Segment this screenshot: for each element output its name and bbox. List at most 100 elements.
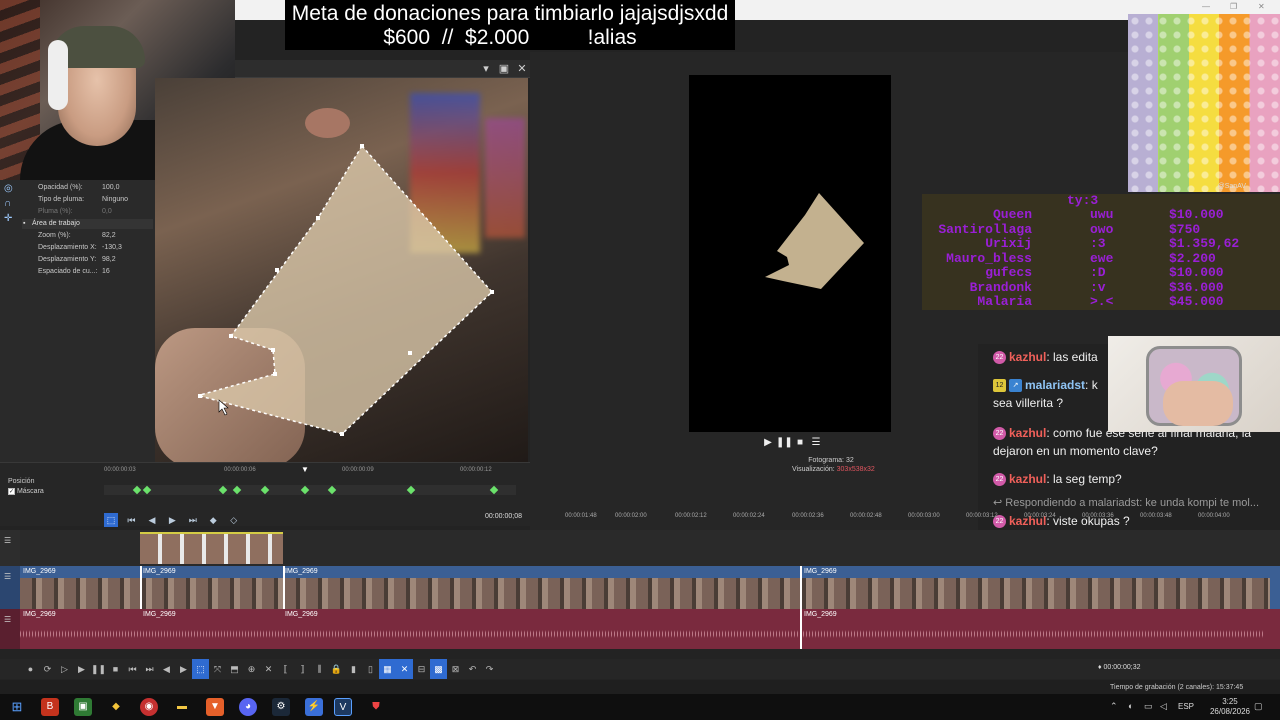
keyframe-ruler[interactable]: 00:00:00:03 00:00:00:06 00:00:00:09 00:0… — [104, 465, 524, 477]
normal-edit-tool-icon[interactable]: ⬚ — [192, 659, 209, 679]
save-icon[interactable]: ▣ — [497, 62, 511, 76]
video-track[interactable]: ☰ IMG_2969 IMG_2969 IMG_2969 IMG_2969 — [0, 566, 1280, 609]
close-icon[interactable]: ✕ — [515, 62, 529, 76]
magnet-tool-icon[interactable]: ∩ — [4, 198, 16, 210]
region-icon[interactable]: ▯ — [362, 659, 379, 679]
keyframe-track[interactable] — [104, 485, 516, 495]
zoom-tool-icon[interactable]: ⊕ — [243, 659, 260, 679]
app-icon[interactable]: ⚡ — [305, 698, 323, 716]
checkbox-icon[interactable]: ✓ — [8, 488, 15, 495]
app-b-icon[interactable]: B — [41, 698, 59, 716]
nvidia-icon[interactable]: ▣ — [74, 698, 92, 716]
keyframe[interactable] — [232, 485, 242, 495]
clip-boundary[interactable] — [800, 566, 802, 609]
trim-start-icon[interactable]: ⟦ — [277, 659, 294, 679]
minimize-icon[interactable]: — — [1202, 2, 1210, 11]
first-keyframe-icon[interactable]: ⏮ — [124, 513, 138, 527]
menu-icon[interactable]: ☰ — [808, 437, 824, 448]
prop-opacity[interactable]: Opacidad (%): 100,0 — [38, 184, 120, 191]
audio-track[interactable]: ☰ IMG_2969 IMG_2969 IMG_2969 IMG_2969 — [0, 609, 1280, 649]
track-menu-icon[interactable]: ☰ — [0, 572, 11, 581]
trim-end-icon[interactable]: ⟧ — [294, 659, 311, 679]
crossfade-icon[interactable]: ✕ — [396, 659, 413, 679]
clip-boundary[interactable] — [800, 609, 802, 649]
track-menu-icon[interactable]: ☰ — [0, 615, 11, 624]
remove-keyframe-icon[interactable]: ◇ — [227, 513, 241, 527]
keyframe[interactable] — [218, 485, 228, 495]
grid-snap-icon[interactable]: ▩ — [430, 659, 447, 679]
tray-app-icon[interactable]: ◐ — [1128, 701, 1133, 711]
overlay-clip[interactable] — [140, 532, 283, 564]
keyframe[interactable] — [489, 485, 499, 495]
record-icon[interactable]: ● — [22, 659, 39, 679]
shield-icon[interactable]: ⛊ — [367, 698, 385, 716]
discord-icon[interactable]: ◕ — [239, 698, 257, 716]
stop-icon[interactable]: ■ — [107, 659, 124, 679]
play-icon[interactable]: ▶ — [760, 437, 776, 448]
next-keyframe-icon[interactable]: ▶ — [165, 513, 179, 527]
prop-pen-type[interactable]: Tipo de pluma: Ninguno — [38, 196, 128, 203]
prop-spacing[interactable]: Espaciado de cu...: 16 — [38, 268, 110, 275]
auto-ripple-icon[interactable]: ▦ — [379, 659, 396, 679]
play-from-start-icon[interactable]: ▷ — [56, 659, 73, 679]
prev-keyframe-icon[interactable]: ◀ — [145, 513, 159, 527]
timeline-ruler[interactable]: 00:00:01:48 00:00:02:00 00:00:02:12 00:0… — [530, 510, 1280, 524]
lock-envelopes-icon[interactable]: ⊠ — [447, 659, 464, 679]
folder-icon[interactable]: ▬ — [173, 698, 191, 716]
prop-zoom[interactable]: Zoom (%): 82,2 — [38, 232, 116, 239]
binance-icon[interactable]: ◆ — [107, 698, 125, 716]
zoom-tool-icon[interactable]: ◎ — [4, 183, 16, 195]
volume-icon[interactable]: ◁ — [1160, 701, 1167, 712]
track-menu-icon[interactable]: ☰ — [0, 536, 11, 545]
language-indicator[interactable]: ESP — [1178, 702, 1194, 711]
sync-cursor-icon[interactable]: ⬚ — [104, 513, 118, 527]
selection-tool-icon[interactable]: ⬒ — [226, 659, 243, 679]
keyframe[interactable] — [142, 485, 152, 495]
keyframe[interactable] — [327, 485, 337, 495]
prop-offset-x[interactable]: Desplazamiento X: -130,3 — [38, 244, 122, 251]
go-start-icon[interactable]: ⏮ — [124, 659, 141, 679]
tray-chevron-icon[interactable]: ⌃ — [1110, 701, 1118, 712]
pause-icon[interactable]: ❚❚ — [90, 659, 107, 679]
last-keyframe-icon[interactable]: ⏭ — [186, 513, 200, 527]
chevron-down-icon[interactable]: ▾ — [479, 62, 493, 76]
prev-frame-icon[interactable]: ◀ — [158, 659, 175, 679]
network-icon[interactable]: ▭ — [1144, 701, 1153, 712]
marker-icon[interactable]: ▮ — [345, 659, 362, 679]
stop-icon[interactable]: ■ — [792, 437, 808, 448]
workspace-section-header[interactable]: ▪ Área de trabajo — [22, 219, 153, 229]
notification-icon[interactable]: ▢ — [1254, 701, 1263, 712]
steam-icon[interactable]: ⚙ — [272, 698, 290, 716]
go-end-icon[interactable]: ⏭ — [141, 659, 158, 679]
clip-boundary[interactable] — [283, 566, 285, 609]
move-tool-icon[interactable]: ✛ — [4, 213, 16, 225]
playhead-icon[interactable]: ▼ — [301, 465, 309, 474]
snap-icon[interactable]: ⊟ — [413, 659, 430, 679]
envelope-tool-icon[interactable]: ⤧ — [209, 659, 226, 679]
maximize-icon[interactable]: ❐ — [1230, 2, 1237, 11]
mask-preview-canvas[interactable] — [155, 78, 528, 462]
vegas-icon[interactable]: V — [334, 698, 352, 716]
keyframe[interactable] — [406, 485, 416, 495]
chat-username[interactable]: kazhul — [1009, 472, 1046, 486]
overlay-video-track[interactable]: ☰ — [0, 530, 1280, 566]
prop-offset-y[interactable]: Desplazamiento Y: 98,2 — [38, 256, 116, 263]
track-header[interactable]: ☰ — [0, 530, 20, 566]
keyframe[interactable] — [300, 485, 310, 495]
loop-icon[interactable]: ⟳ — [39, 659, 56, 679]
play-icon[interactable]: ▶ — [73, 659, 90, 679]
clip-boundary[interactable] — [140, 566, 142, 609]
lock-icon[interactable]: 🔒 — [328, 659, 345, 679]
redo-icon[interactable]: ↷ — [481, 659, 498, 679]
close-window-icon[interactable]: ✕ — [1258, 2, 1265, 11]
chat-username[interactable]: kazhul — [1009, 426, 1046, 440]
chat-username[interactable]: kazhul — [1009, 350, 1046, 364]
taskbar-clock[interactable]: 3:25 26/08/2026 — [1210, 697, 1250, 717]
mask-shape[interactable] — [155, 78, 528, 462]
prop-pen[interactable]: Pluma (%): 0,0 — [38, 208, 112, 215]
keyframe[interactable] — [132, 485, 142, 495]
chat-username[interactable]: malariadst — [1025, 378, 1085, 392]
track-header[interactable]: ☰ — [0, 609, 20, 649]
track-header[interactable]: ☰ — [0, 566, 20, 609]
windows-start-icon[interactable]: ⊞ — [8, 698, 26, 716]
